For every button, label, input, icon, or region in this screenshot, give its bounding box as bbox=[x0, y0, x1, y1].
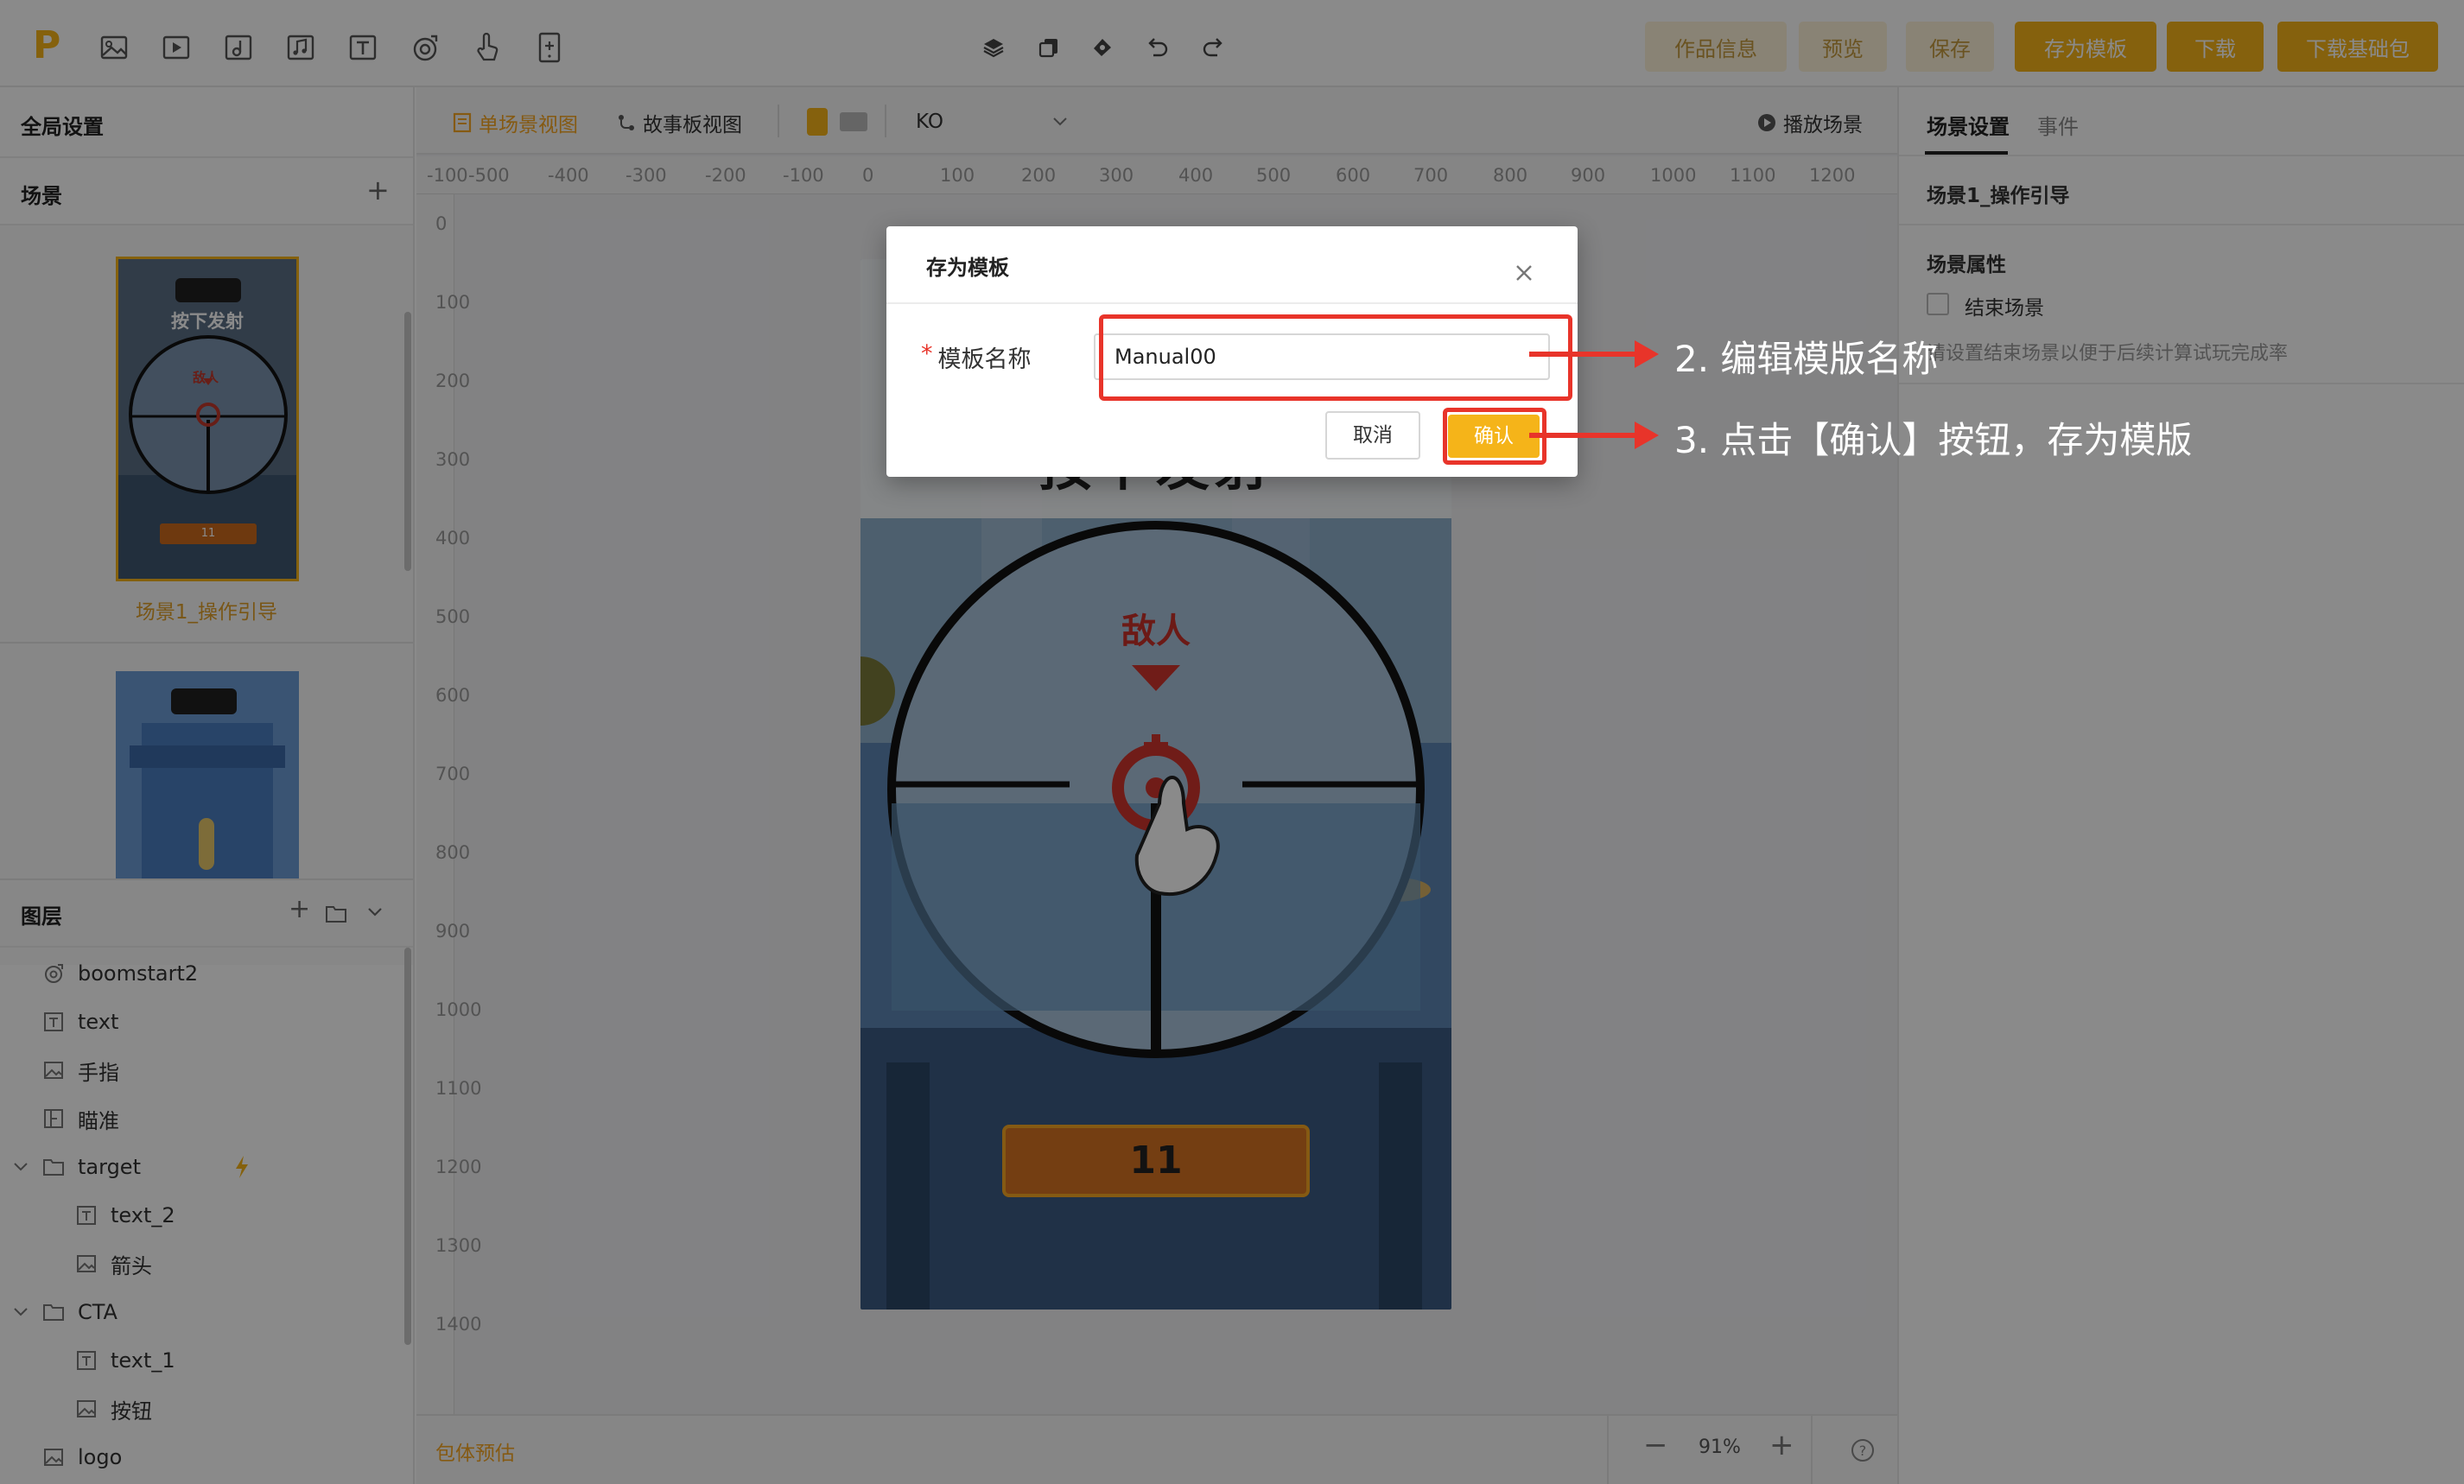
template-name-label-text: 模板名称 bbox=[937, 346, 1032, 373]
divider bbox=[886, 302, 1578, 304]
cancel-button[interactable]: 取消 bbox=[1325, 411, 1420, 460]
modal-overlay[interactable] bbox=[0, 0, 2464, 1484]
annotation-step2: 2. 编辑模版名称 bbox=[1674, 338, 1939, 380]
required-mark: * bbox=[921, 340, 933, 367]
template-name-label: * 模板名称 bbox=[921, 340, 1032, 374]
highlight-box-input bbox=[1099, 314, 1572, 401]
close-icon[interactable] bbox=[1514, 263, 1534, 283]
annotation-arrows bbox=[1529, 340, 1659, 449]
dialog-title: 存为模板 bbox=[926, 256, 1009, 280]
annotation-step3: 3. 点击【确认】按钮，存为模版 bbox=[1674, 419, 2193, 461]
save-template-dialog: 存为模板 * 模板名称 Manual00 取消 确认 bbox=[886, 226, 1578, 477]
